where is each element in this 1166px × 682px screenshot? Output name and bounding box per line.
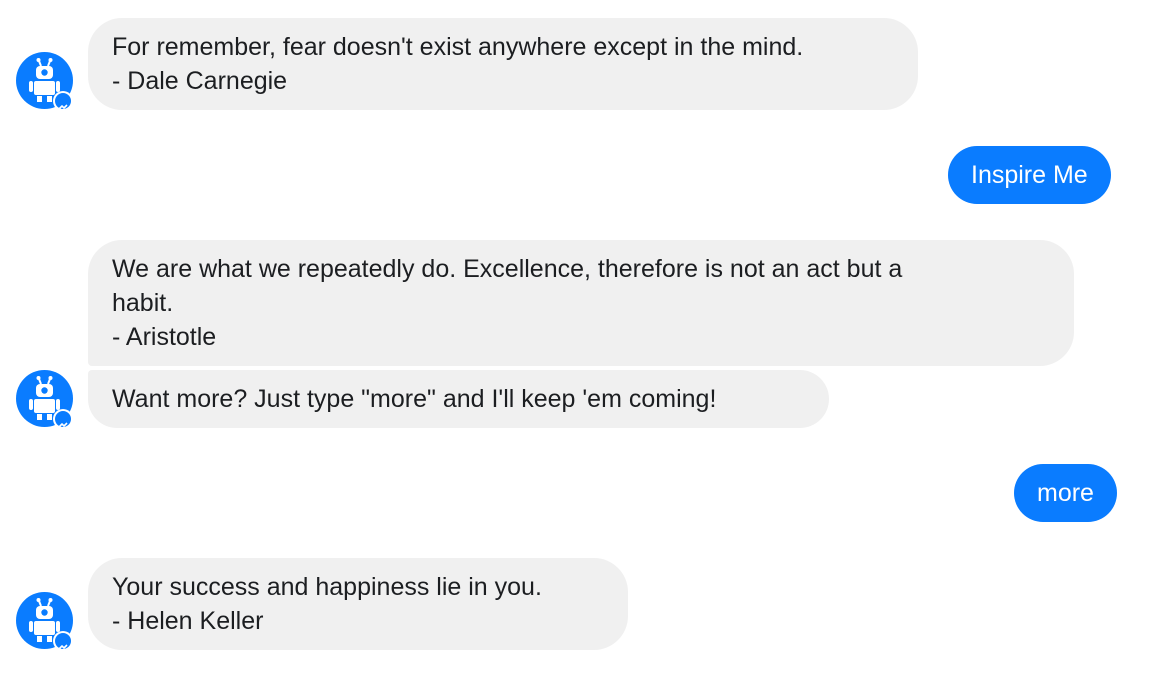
bot-message-bubble: For remember, fear doesn't exist anywher… bbox=[88, 18, 918, 110]
message-text: Want more? Just type "more" and I'll kee… bbox=[112, 385, 717, 413]
message-text-line: habit. bbox=[112, 289, 174, 317]
message-text-line: We are what we repeatedly do. Excellence… bbox=[112, 255, 903, 283]
message-text-line: For remember, fear doesn't exist anywher… bbox=[112, 33, 804, 61]
bot-avatar[interactable] bbox=[16, 370, 73, 429]
bot-avatar[interactable] bbox=[16, 52, 73, 111]
messenger-icon bbox=[58, 104, 68, 110]
user-message-bubble: Inspire Me bbox=[948, 146, 1111, 204]
user-message-bubble: more bbox=[1014, 464, 1117, 522]
bot-avatar[interactable] bbox=[16, 592, 73, 651]
messenger-badge bbox=[53, 91, 73, 111]
message-text-line: - Helen Keller bbox=[112, 607, 264, 635]
bot-message-bubble: Want more? Just type "more" and I'll kee… bbox=[88, 370, 829, 428]
messenger-icon bbox=[58, 422, 68, 428]
messenger-badge bbox=[53, 631, 73, 651]
message-text-line: Your success and happiness lie in you. bbox=[112, 573, 542, 601]
bot-message-bubble: Your success and happiness lie in you. -… bbox=[88, 558, 628, 650]
bot-message-bubble: We are what we repeatedly do. Excellence… bbox=[88, 240, 1074, 366]
message-text: Inspire Me bbox=[971, 161, 1088, 189]
messenger-badge bbox=[53, 409, 73, 429]
message-text: more bbox=[1037, 479, 1094, 507]
message-text-line: - Aristotle bbox=[112, 323, 217, 351]
messenger-icon bbox=[58, 644, 68, 650]
message-text-line: - Dale Carnegie bbox=[112, 67, 288, 95]
